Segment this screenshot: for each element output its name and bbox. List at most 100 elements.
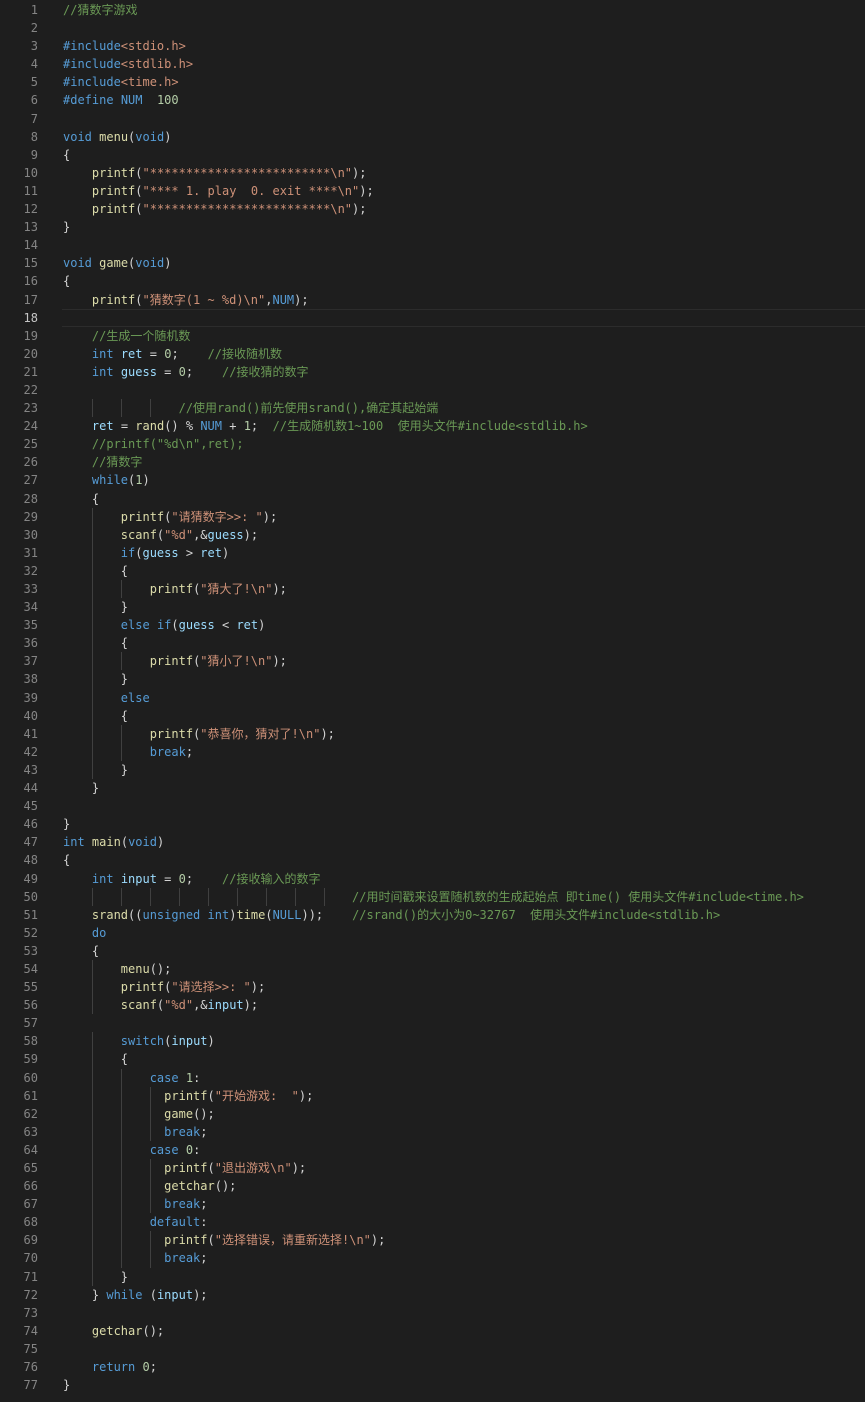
line-number: 10 (23, 165, 38, 180)
code-line[interactable]: 37 printf("猜小了!\n"); (0, 652, 865, 671)
code-line[interactable]: 9{ (0, 146, 865, 164)
line-number: 67 (23, 1197, 38, 1212)
code-line[interactable]: 12 printf("*************************\n")… (0, 200, 865, 218)
code-line[interactable]: 24 ret = rand() % NUM + 1; //生成随机数1~100 … (0, 417, 865, 435)
code-line[interactable]: 69 printf("选择错误，请重新选择!\n"); (0, 1231, 865, 1250)
line-number: 1 (30, 3, 38, 17)
code-line[interactable]: 71 } (0, 1267, 865, 1286)
line-number: 30 (23, 527, 38, 542)
code-line[interactable]: 76 return 0; (0, 1358, 865, 1376)
code-line[interactable]: 49 int input = 0; //接收输入的数字 (0, 870, 865, 888)
code-line[interactable]: 19 //生成一个随机数 (0, 327, 865, 345)
code-line[interactable]: 61 printf("开始游戏: "); (0, 1086, 865, 1105)
code-line[interactable]: 22 (0, 381, 865, 399)
code-line[interactable]: 29 printf("请猜数字>>: "); (0, 507, 865, 526)
code-line[interactable]: 48 { (0, 851, 865, 869)
code-line[interactable]: 66 getchar(); (0, 1177, 865, 1196)
code-line[interactable]: 21 int guess = 0; //接收猜的数字 (0, 363, 865, 381)
code-line[interactable]: 68 default: (0, 1213, 865, 1232)
code-line[interactable]: 70 break; (0, 1249, 865, 1268)
code-text: #include<stdlib.h> (63, 57, 194, 72)
code-line[interactable]: 73 (0, 1304, 865, 1322)
code-line[interactable]: 39 else (0, 688, 865, 707)
line-number: 23 (23, 401, 38, 416)
code-line[interactable]: 62 game(); (0, 1104, 865, 1123)
code-line[interactable]: 52 do (0, 924, 865, 942)
line-number: 37 (23, 654, 38, 669)
code-line[interactable]: 32 { (0, 561, 865, 580)
code-line[interactable]: 18 (0, 308, 865, 327)
code-line[interactable]: 63 break; (0, 1122, 865, 1141)
code-line[interactable]: 25 //printf("%d\n",ret); (0, 435, 865, 453)
line-number: 44 (23, 781, 38, 796)
code-line[interactable]: 60 case 1: (0, 1068, 865, 1087)
code-line[interactable]: 67 break; (0, 1195, 865, 1214)
code-text: #include<time.h> (63, 75, 179, 90)
code-line[interactable]: 47 int main(void) (0, 833, 865, 851)
line-number: 27 (23, 473, 38, 488)
code-line[interactable]: 77} (0, 1376, 865, 1394)
line-number: 40 (23, 708, 38, 723)
code-line[interactable]: 46} (0, 815, 865, 833)
line-number: 39 (23, 690, 38, 705)
line-number: 24 (23, 419, 38, 434)
code-line[interactable]: 45 (0, 797, 865, 815)
code-line[interactable]: 36 { (0, 634, 865, 653)
code-line[interactable]: 42 break; (0, 742, 865, 761)
code-line[interactable]: 2 (0, 19, 865, 37)
code-line[interactable]: 14 (0, 236, 865, 254)
code-line[interactable]: 8 void menu(void) (0, 128, 865, 146)
code-line[interactable]: 75 (0, 1340, 865, 1358)
code-line[interactable]: 72 } while (input); (0, 1286, 865, 1304)
code-line[interactable]: 34 } (0, 598, 865, 617)
code-line[interactable]: 6 #define NUM 100 (0, 91, 865, 109)
code-line[interactable]: 74 getchar(); (0, 1322, 865, 1340)
code-line[interactable]: 4 #include<stdlib.h> (0, 55, 865, 73)
code-line[interactable]: 20 int ret = 0; //接收随机数 (0, 345, 865, 363)
code-line[interactable]: 56 scanf("%d",&input); (0, 996, 865, 1015)
code-line[interactable]: 64 case 0: (0, 1140, 865, 1159)
code-line[interactable]: 16 { (0, 272, 865, 290)
code-line[interactable]: 65 printf("退出游戏\n"); (0, 1159, 865, 1178)
code-line[interactable]: 17 printf("猜数字(1 ~ %d)\n",NUM); (0, 291, 865, 309)
code-line[interactable]: 41 printf("恭喜你，猜对了!\n"); (0, 724, 865, 743)
code-text: printf("请猜数字>>: "); (120, 509, 278, 524)
code-line[interactable]: 35 else if(guess < ret) (0, 616, 865, 635)
code-line[interactable]: 44 } (0, 779, 865, 797)
code-line[interactable]: 1 //猜数字游戏 (0, 1, 865, 19)
code-line[interactable]: 59 { (0, 1050, 865, 1069)
code-line[interactable]: 58 switch(input) (0, 1032, 865, 1051)
code-text: menu(); (120, 961, 172, 976)
code-line[interactable]: 3 #include<stdio.h> (0, 37, 865, 55)
code-line[interactable]: 51 srand((unsigned int)time(NULL)); //sr… (0, 906, 865, 924)
code-editor[interactable]: 1//猜数字游戏 2 3 #include<stdio.h> 4 #include<std… (0, 1, 865, 1394)
code-line[interactable]: 30 scanf("%d",&guess); (0, 525, 865, 544)
code-line[interactable]: 23 //使用rand()前先使用srand(),确定其起始端 (0, 399, 865, 418)
code-line[interactable]: 57 (0, 1014, 865, 1032)
code-line[interactable]: 38 } (0, 670, 865, 689)
code-line[interactable]: 55 printf("请选择>>: "); (0, 978, 865, 997)
line-number: 51 (23, 907, 38, 922)
line-number: 6 (30, 93, 38, 108)
code-line[interactable]: 40 { (0, 706, 865, 725)
line-number: 57 (23, 1016, 38, 1031)
code-line[interactable]: 7 (0, 110, 865, 128)
code-line[interactable]: 10 printf("*************************\n")… (0, 164, 865, 182)
code-text: { (63, 147, 71, 162)
code-line[interactable]: 33 printf("猜大了!\n"); (0, 580, 865, 599)
code-line[interactable]: 5 #include<time.h> (0, 73, 865, 91)
code-line[interactable]: 50 //用时间戳来设置随机数的生成起始点 即time() 使用头文件#incl… (0, 887, 865, 906)
code-line[interactable]: 26 //猜数字 (0, 453, 865, 471)
code-line[interactable]: 11 printf("**** 1. play 0. exit ****\n")… (0, 182, 865, 200)
code-line[interactable]: 53 { (0, 942, 865, 960)
code-line[interactable]: 13} (0, 218, 865, 236)
code-line[interactable]: 27 while(1) (0, 471, 865, 489)
line-number: 8 (30, 129, 38, 144)
code-line[interactable]: 31 if(guess > ret) (0, 543, 865, 562)
code-line[interactable]: 28 { (0, 490, 865, 508)
code-line[interactable]: 54 menu(); (0, 959, 865, 979)
code-line[interactable]: 43 } (0, 760, 865, 780)
code-text: scanf("%d",&guess); (120, 527, 259, 542)
code-text: { (63, 943, 100, 958)
code-line[interactable]: 15 void game(void) (0, 254, 865, 272)
